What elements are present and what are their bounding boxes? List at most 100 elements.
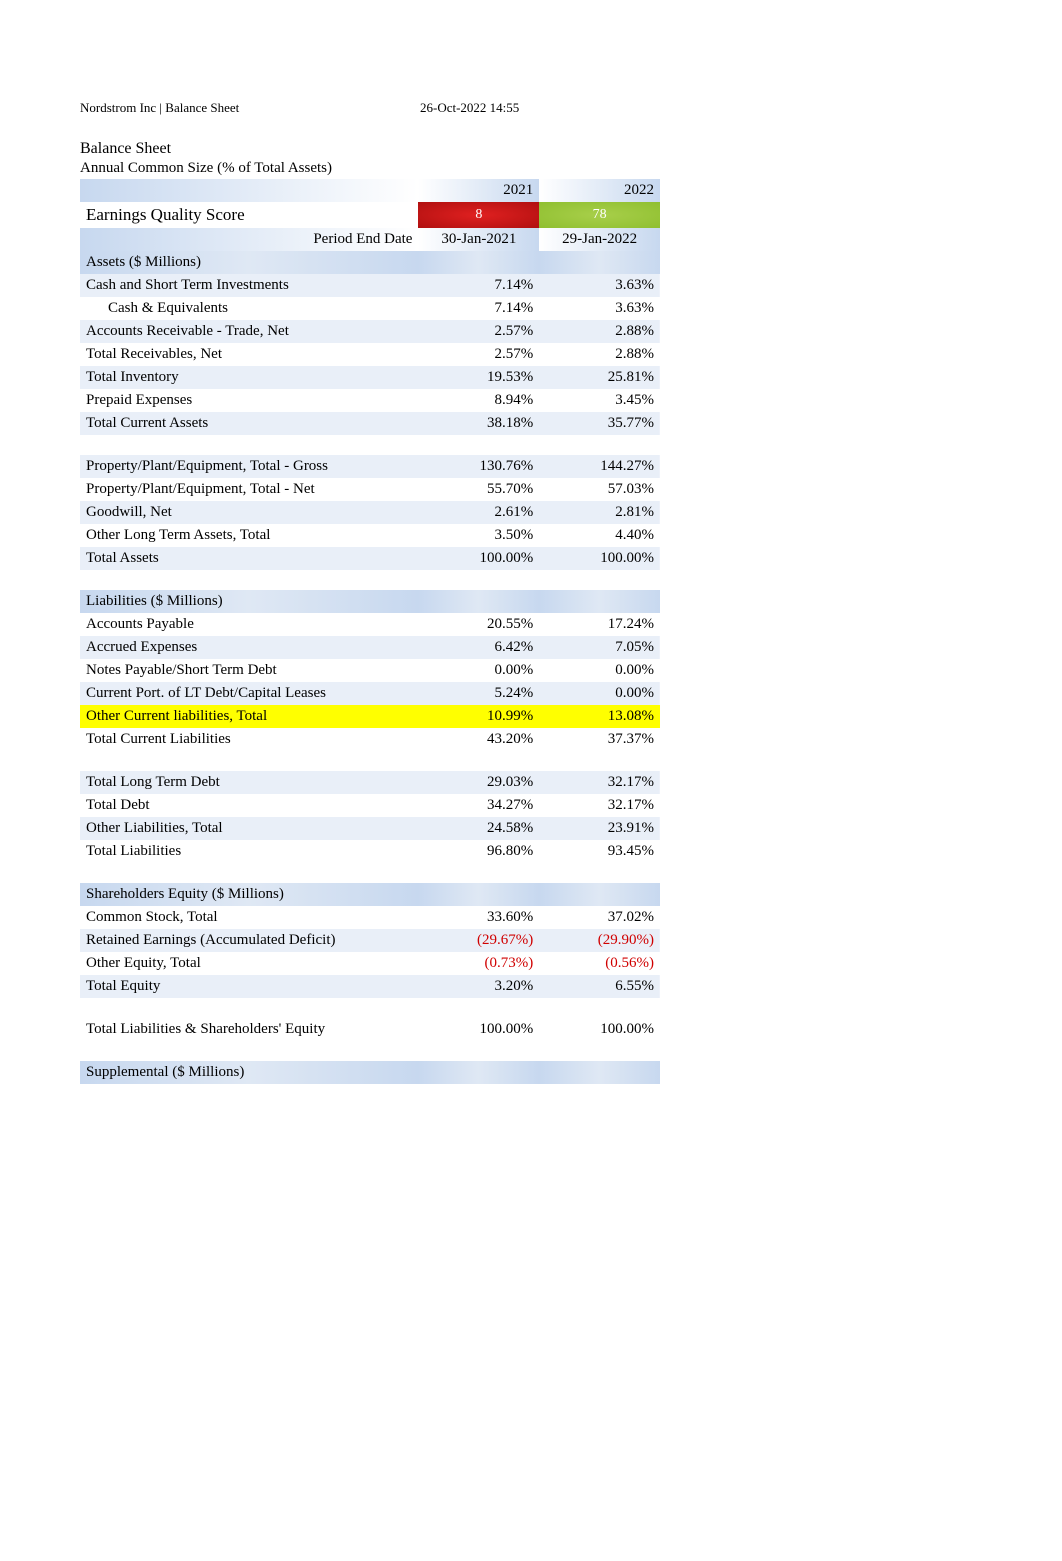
row-val-2022: 93.45% [539,840,660,863]
row-val-2022: 6.55% [539,975,660,998]
table-row: Property/Plant/Equipment, Total - Net 55… [80,478,660,501]
row-label: Total Liabilities & Shareholders' Equity [80,1018,418,1041]
row-label: Common Stock, Total [80,906,418,929]
table-row: Cash and Short Term Investments 7.14% 3.… [80,274,660,297]
row-label: Total Current Assets [80,412,418,435]
table-row: Total Assets 100.00% 100.00% [80,547,660,570]
table-row: Retained Earnings (Accumulated Deficit) … [80,929,660,952]
row-val-2021: 43.20% [418,728,539,751]
eqs-label: Earnings Quality Score [80,202,418,228]
assets-section-header: Assets ($ Millions) [80,251,660,274]
row-val-2021: 7.14% [418,297,539,320]
row-val-2022: 57.03% [539,478,660,501]
row-val-2021: 38.18% [418,412,539,435]
row-val-2022: 2.88% [539,343,660,366]
table-row: Other Equity, Total (0.73%) (0.56%) [80,952,660,975]
row-val-2022: 3.63% [539,297,660,320]
table-row: Other Liabilities, Total 24.58% 23.91% [80,817,660,840]
row-label: Total Debt [80,794,418,817]
period-end-2021: 30-Jan-2021 [418,228,539,251]
row-val-2021: 34.27% [418,794,539,817]
row-val-2022: 37.02% [539,906,660,929]
row-label: Total Assets [80,547,418,570]
row-label: Goodwill, Net [80,501,418,524]
row-label: Total Equity [80,975,418,998]
row-label: Notes Payable/Short Term Debt [80,659,418,682]
report-timestamp: 26-Oct-2022 14:55 [420,100,519,116]
table-row: Current Port. of LT Debt/Capital Leases … [80,682,660,705]
row-val-2022: 100.00% [539,547,660,570]
row-val-2022: 144.27% [539,455,660,478]
table-row: Accrued Expenses 6.42% 7.05% [80,636,660,659]
row-label: Other Current liabilities, Total [80,705,418,728]
row-val-2021: 24.58% [418,817,539,840]
table-row-highlighted: Other Current liabilities, Total 10.99% … [80,705,660,728]
spacer-row [80,1041,660,1061]
table-row: Total Current Liabilities 43.20% 37.37% [80,728,660,751]
row-val-2022: 2.81% [539,501,660,524]
row-val-2021: 29.03% [418,771,539,794]
equity-section-header: Shareholders Equity ($ Millions) [80,883,660,906]
row-val-2022: 100.00% [539,1018,660,1041]
row-val-2021: 10.99% [418,705,539,728]
table-row: Notes Payable/Short Term Debt 0.00% 0.00… [80,659,660,682]
table-row: Total Liabilities & Shareholders' Equity… [80,1018,660,1041]
spacer-row [80,570,660,590]
report-title: Balance Sheet [80,140,982,158]
assets-header-label: Assets ($ Millions) [80,251,418,274]
table-row: Accounts Receivable - Trade, Net 2.57% 2… [80,320,660,343]
row-label: Accrued Expenses [80,636,418,659]
row-val-2022: 3.63% [539,274,660,297]
eqs-2021: 8 [418,202,539,228]
row-val-2021: 130.76% [418,455,539,478]
row-label: Current Port. of LT Debt/Capital Leases [80,682,418,705]
row-label: Other Long Term Assets, Total [80,524,418,547]
row-val-2021: 19.53% [418,366,539,389]
row-val-2022: 2.88% [539,320,660,343]
row-val-2021: 2.57% [418,343,539,366]
row-val-2022: 0.00% [539,682,660,705]
row-val-2021: 3.50% [418,524,539,547]
row-label: Cash and Short Term Investments [80,274,418,297]
row-val-2022: 4.40% [539,524,660,547]
row-label: Prepaid Expenses [80,389,418,412]
table-row: Property/Plant/Equipment, Total - Gross … [80,455,660,478]
row-val-2022: 3.45% [539,389,660,412]
spacer-row [80,998,660,1018]
row-val-2022: 25.81% [539,366,660,389]
row-val-2022: (0.56%) [539,952,660,975]
row-val-2021: 0.00% [418,659,539,682]
eqs-row: Earnings Quality Score 8 78 [80,202,660,228]
spacer-row [80,751,660,771]
supplemental-section-header: Supplemental ($ Millions) [80,1061,660,1084]
row-label: Total Receivables, Net [80,343,418,366]
liabilities-section-header: Liabilities ($ Millions) [80,590,660,613]
row-val-2021: 3.20% [418,975,539,998]
period-end-2022: 29-Jan-2022 [539,228,660,251]
table-row: Other Long Term Assets, Total 3.50% 4.40… [80,524,660,547]
row-val-2021: 100.00% [418,547,539,570]
row-val-2021: 33.60% [418,906,539,929]
table-row: Prepaid Expenses 8.94% 3.45% [80,389,660,412]
row-label: Total Current Liabilities [80,728,418,751]
spacer-row [80,435,660,455]
row-val-2021: 8.94% [418,389,539,412]
period-end-row: Period End Date 30-Jan-2021 29-Jan-2022 [80,228,660,251]
table-row: Cash & Equivalents 7.14% 3.63% [80,297,660,320]
row-val-2022: 17.24% [539,613,660,636]
row-label: Other Liabilities, Total [80,817,418,840]
row-val-2022: 7.05% [539,636,660,659]
row-label: Total Inventory [80,366,418,389]
row-val-2022: 0.00% [539,659,660,682]
row-val-2022: 13.08% [539,705,660,728]
row-val-2022: 37.37% [539,728,660,751]
table-row: Total Long Term Debt 29.03% 32.17% [80,771,660,794]
row-label: Other Equity, Total [80,952,418,975]
row-val-2022: 35.77% [539,412,660,435]
eqs-2022: 78 [539,202,660,228]
spacer-row [80,863,660,883]
row-val-2021: 6.42% [418,636,539,659]
table-row: Accounts Payable 20.55% 17.24% [80,613,660,636]
liabilities-header-label: Liabilities ($ Millions) [80,590,418,613]
row-val-2021: 96.80% [418,840,539,863]
